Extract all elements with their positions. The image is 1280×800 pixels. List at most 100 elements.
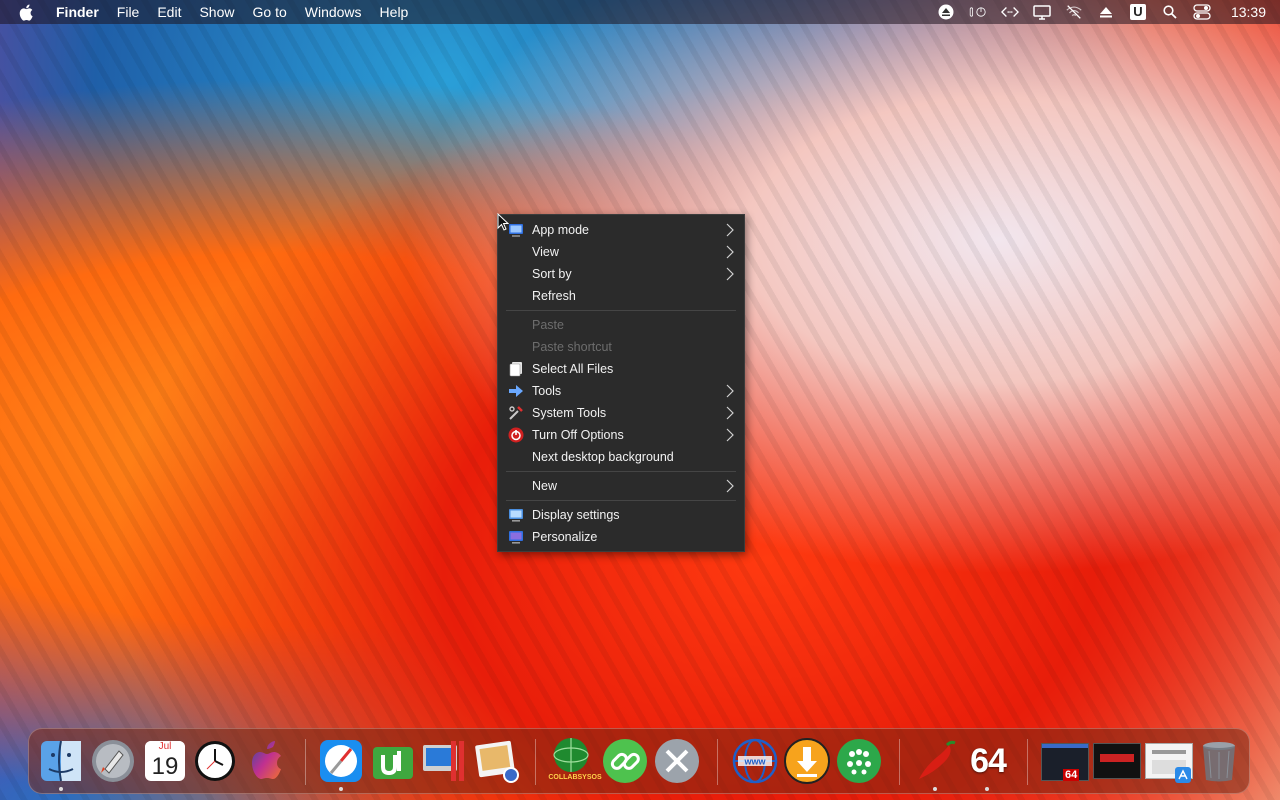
menu-item-personalize[interactable]: Personalize xyxy=(498,526,744,548)
menu-help[interactable]: Help xyxy=(380,4,409,20)
utorrent-icon xyxy=(373,747,413,779)
menu-separator xyxy=(506,500,736,501)
dock-finder[interactable] xyxy=(37,737,85,791)
big-64-label: 64 xyxy=(970,742,1007,780)
menu-bar: Finder File Edit Show Go to Windows Help… xyxy=(0,0,1280,24)
thumbnail-content xyxy=(1152,750,1186,754)
system-tools-icon xyxy=(508,405,524,421)
dock-downloader[interactable] xyxy=(783,737,831,785)
menu-item-label: Paste xyxy=(532,318,564,332)
menu-show[interactable]: Show xyxy=(199,4,234,20)
menu-item-label: Display settings xyxy=(532,508,620,522)
menu-item-display-settings[interactable]: Display settings xyxy=(498,504,744,526)
dock-window-thumbnail[interactable] xyxy=(1091,737,1141,785)
menu-item-view[interactable]: View xyxy=(498,241,744,263)
badge-64-label: 64 xyxy=(1063,769,1080,781)
dock-parallels[interactable] xyxy=(421,737,469,785)
apple-menu-icon[interactable] xyxy=(18,3,34,21)
personalize-icon xyxy=(508,529,524,545)
menu-item-new[interactable]: New xyxy=(498,475,744,497)
chevron-right-icon xyxy=(726,428,734,442)
menu-item-turn-off-options[interactable]: Turn Off Options xyxy=(498,424,744,446)
dock-clock[interactable] xyxy=(191,737,239,785)
dock-launchpad[interactable] xyxy=(89,737,137,785)
dock-collabsysos[interactable]: COLLABSYSOS xyxy=(547,737,602,785)
dock-macos-app[interactable] xyxy=(243,737,291,785)
www-globe-icon: www xyxy=(732,738,778,784)
files-icon xyxy=(508,361,524,377)
menu-windows[interactable]: Windows xyxy=(305,4,362,20)
dock-separator xyxy=(305,739,306,785)
chevron-right-icon xyxy=(726,223,734,237)
wifi-off-icon[interactable] xyxy=(1065,4,1083,20)
chain-link-icon xyxy=(603,739,647,783)
running-indicator xyxy=(985,787,989,791)
menubar-clock[interactable]: 13:39 xyxy=(1231,4,1266,20)
dock-window-thumbnail[interactable]: 64 xyxy=(1039,737,1089,785)
dock-trash[interactable] xyxy=(1195,737,1243,785)
rocket-icon xyxy=(92,740,134,782)
u-app-icon[interactable]: U xyxy=(1129,4,1147,20)
dock-utilities[interactable] xyxy=(653,737,701,785)
dock-preview[interactable] xyxy=(473,737,521,785)
menu-item-app-mode[interactable]: App mode xyxy=(498,219,744,241)
display-settings-icon xyxy=(508,507,524,523)
code-icon[interactable] xyxy=(1000,4,1019,20)
dock-separator xyxy=(899,739,900,785)
dock-64-app[interactable]: 64 xyxy=(963,737,1011,791)
eject-icon[interactable] xyxy=(937,4,955,20)
chevron-right-icon xyxy=(726,267,734,281)
menu-separator xyxy=(506,471,736,472)
menu-item-label: Tools xyxy=(532,384,562,398)
chili-pepper-icon xyxy=(919,740,956,779)
menu-item-label: View xyxy=(532,245,559,259)
finder-icon xyxy=(41,740,81,782)
dock-window-thumbnail[interactable] xyxy=(1143,737,1193,785)
eject-alt-icon[interactable] xyxy=(1097,4,1115,20)
menu-edit[interactable]: Edit xyxy=(157,4,181,20)
menu-item-label: Sort by xyxy=(532,267,572,281)
thumbnail-content xyxy=(1100,754,1134,762)
power-status-icon[interactable] xyxy=(969,4,987,20)
display-icon[interactable] xyxy=(1033,4,1051,20)
menu-item-next-desktop-background[interactable]: Next desktop background xyxy=(498,446,744,468)
dock: Jul 19 COLLABSYSOS www 64 64 xyxy=(28,728,1250,794)
menu-item-paste-shortcut[interactable]: Paste shortcut xyxy=(498,336,744,358)
menu-item-select-all-files[interactable]: Select All Files xyxy=(498,358,744,380)
collabsysos-label: COLLABSYSOS xyxy=(548,774,602,781)
app-store-badge-icon xyxy=(1175,767,1191,783)
dock-separator xyxy=(535,739,536,785)
menu-item-paste[interactable]: Paste xyxy=(498,314,744,336)
monitor-icon xyxy=(508,222,524,238)
dock-community[interactable] xyxy=(835,737,883,785)
menu-item-system-tools[interactable]: System Tools xyxy=(498,402,744,424)
chevron-right-icon xyxy=(726,479,734,493)
dock-pepper-app[interactable] xyxy=(911,737,959,791)
globe-green-icon xyxy=(553,738,589,772)
menu-item-label: Refresh xyxy=(532,289,576,303)
desktop-context-menu: App mode View Sort by Refresh Paste Past… xyxy=(497,214,745,552)
dock-calendar[interactable]: Jul 19 xyxy=(141,737,189,785)
menu-item-label: Select All Files xyxy=(532,362,614,376)
chevron-right-icon xyxy=(726,384,734,398)
menu-item-tools[interactable]: Tools xyxy=(498,380,744,402)
dock-separator xyxy=(717,739,718,785)
control-center-icon[interactable] xyxy=(1193,4,1211,20)
chevron-right-icon xyxy=(726,245,734,259)
menu-app-name[interactable]: Finder xyxy=(56,4,99,20)
dock-safari[interactable] xyxy=(317,737,365,791)
menu-item-label: Paste shortcut xyxy=(532,340,612,354)
wrench-screwdriver-icon xyxy=(655,739,699,783)
preview-icon xyxy=(475,740,519,783)
dock-www[interactable]: www xyxy=(731,737,779,785)
menu-item-sort-by[interactable]: Sort by xyxy=(498,263,744,285)
people-group-icon xyxy=(837,739,881,783)
menu-go-to[interactable]: Go to xyxy=(253,4,287,20)
clock-icon xyxy=(195,741,235,781)
search-icon[interactable] xyxy=(1161,4,1179,20)
menu-item-refresh[interactable]: Refresh xyxy=(498,285,744,307)
dock-utorrent[interactable] xyxy=(369,737,417,785)
menu-file[interactable]: File xyxy=(117,4,140,20)
svg-text:www: www xyxy=(743,757,766,767)
dock-link-app[interactable] xyxy=(601,737,649,785)
